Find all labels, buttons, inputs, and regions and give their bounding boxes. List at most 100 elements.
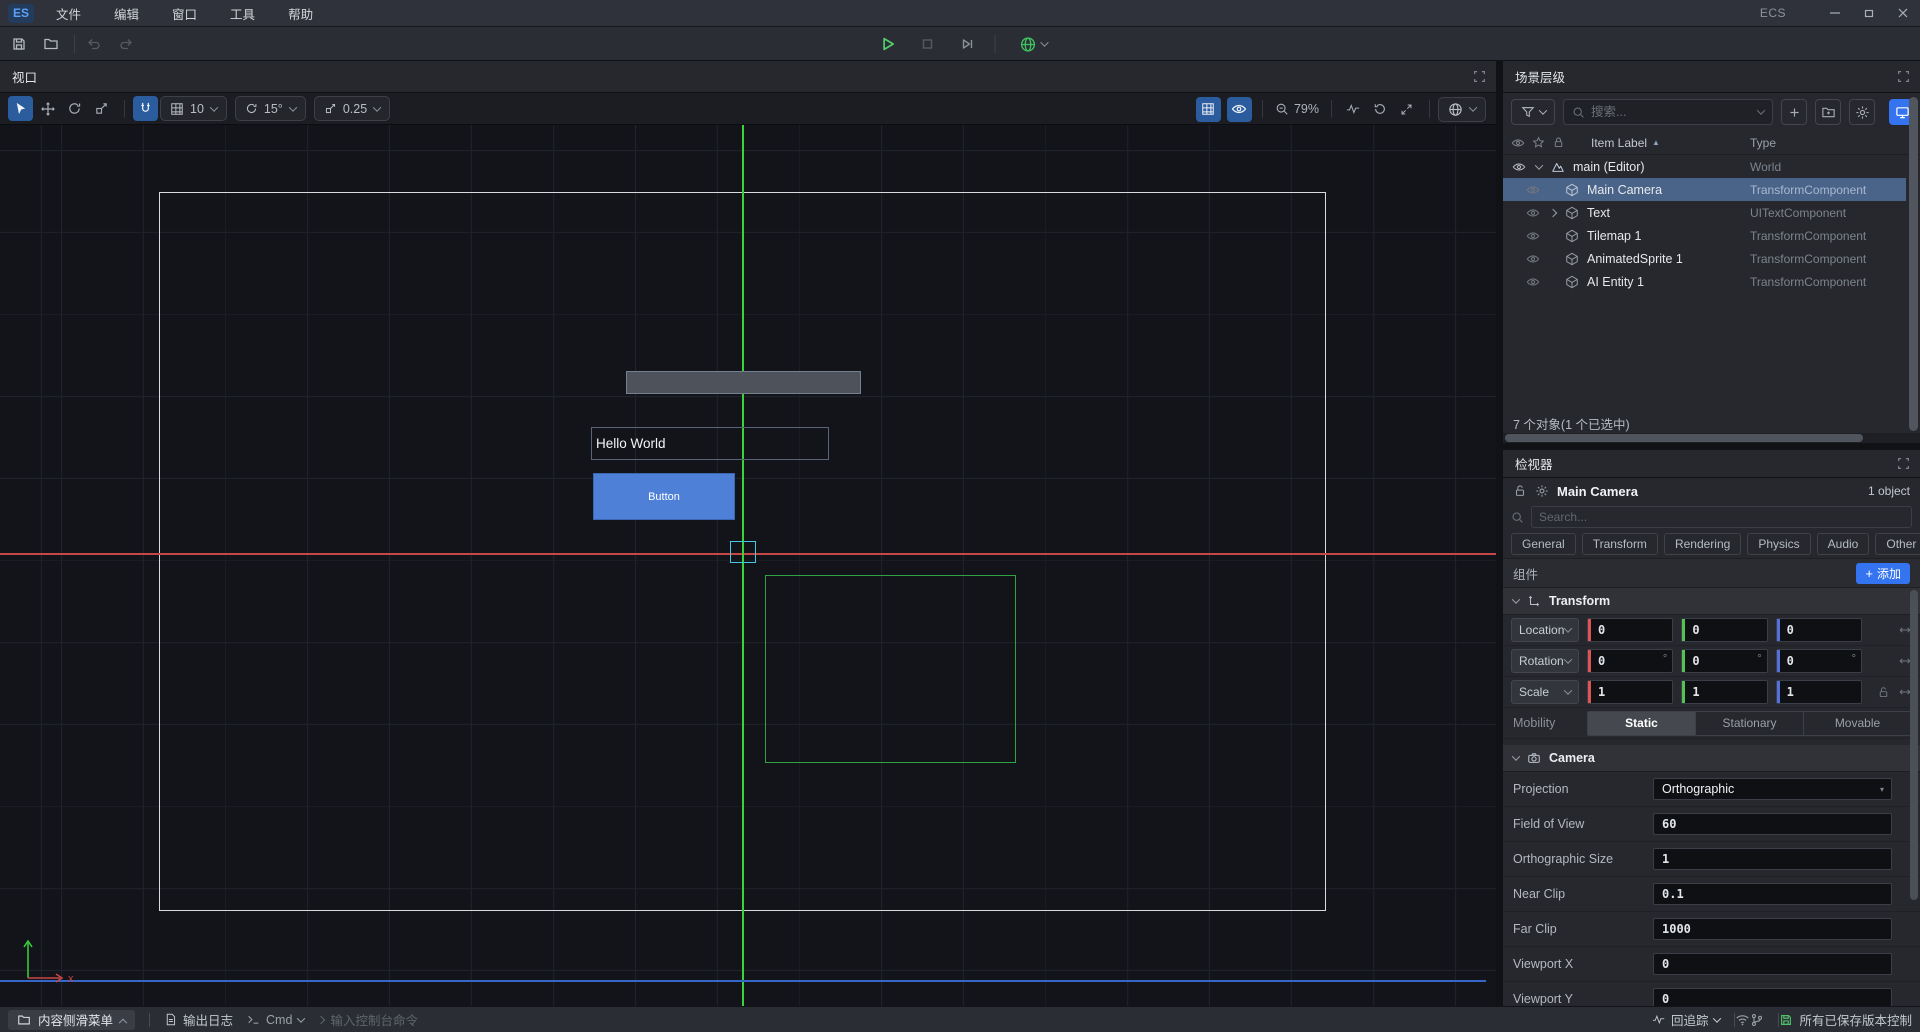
menu-edit[interactable]: 编辑 bbox=[103, 0, 150, 27]
gear-icon[interactable] bbox=[1535, 484, 1549, 498]
unlock-icon[interactable] bbox=[1513, 484, 1527, 498]
app-logo[interactable]: ES bbox=[8, 4, 34, 23]
camera-selection-gizmo[interactable] bbox=[730, 541, 756, 563]
visibility-eye-icon[interactable] bbox=[1525, 252, 1541, 266]
rotation-z-input[interactable] bbox=[1776, 649, 1862, 673]
viewport-x-input[interactable] bbox=[1653, 953, 1892, 975]
tab-general[interactable]: General bbox=[1511, 533, 1576, 555]
near-clip-input[interactable] bbox=[1653, 883, 1892, 905]
transform-section-header[interactable]: Transform bbox=[1503, 588, 1920, 615]
scale-z-input[interactable] bbox=[1776, 680, 1862, 704]
hierarchy-search-input[interactable] bbox=[1591, 105, 1752, 119]
field-of-view-input[interactable] bbox=[1653, 813, 1892, 835]
mobility-stationary[interactable]: Stationary bbox=[1696, 712, 1804, 735]
inspector-vertical-scrollbar[interactable] bbox=[1910, 590, 1918, 900]
trace-dropdown[interactable]: 回追踪 bbox=[1652, 1010, 1721, 1029]
undo-icon[interactable] bbox=[81, 31, 107, 57]
minimize-button[interactable] bbox=[1818, 0, 1852, 27]
network-wifi-icon[interactable] bbox=[1735, 1012, 1750, 1027]
scene-canvas[interactable]: Hello World Button x bbox=[0, 125, 1496, 1006]
zoom-level[interactable]: 79% bbox=[1271, 102, 1323, 116]
hierarchy-vertical-scrollbar[interactable] bbox=[1909, 97, 1918, 431]
select-tool-button[interactable] bbox=[8, 96, 33, 121]
content-drawer-button[interactable]: 内容侧滑菜单 bbox=[8, 1010, 135, 1030]
scale-tool-button[interactable] bbox=[89, 96, 114, 121]
console-input[interactable]: 输入控制台命令 bbox=[318, 1010, 418, 1029]
visibility-toggle-button[interactable] bbox=[1227, 97, 1252, 122]
visibility-eye-icon[interactable] bbox=[1525, 275, 1541, 289]
save-icon[interactable] bbox=[6, 31, 32, 57]
expand-panel-icon[interactable] bbox=[1473, 70, 1486, 83]
tree-row-ai-entity[interactable]: AI Entity 1 TransformComponent bbox=[1503, 270, 1906, 293]
close-button[interactable] bbox=[1886, 0, 1920, 27]
step-button[interactable] bbox=[955, 31, 981, 57]
viewport-world-dropdown[interactable] bbox=[1438, 97, 1486, 122]
all-saved-indicator[interactable]: 所有已保存 bbox=[1779, 1010, 1862, 1029]
filter-dropdown-button[interactable] bbox=[1511, 99, 1555, 125]
menu-tools[interactable]: 工具 bbox=[219, 0, 266, 27]
move-tool-button[interactable] bbox=[35, 96, 60, 121]
add-folder-button[interactable] bbox=[1815, 99, 1841, 125]
visibility-eye-icon[interactable] bbox=[1511, 160, 1527, 174]
mobility-movable[interactable]: Movable bbox=[1804, 712, 1911, 735]
open-folder-icon[interactable] bbox=[38, 31, 64, 57]
location-dropdown[interactable]: Location bbox=[1511, 618, 1579, 642]
fullscreen-button[interactable] bbox=[1394, 97, 1419, 122]
expand-panel-icon[interactable] bbox=[1897, 70, 1910, 83]
visibility-eye-icon[interactable] bbox=[1525, 183, 1541, 197]
projection-dropdown[interactable]: Orthographic ▾ bbox=[1653, 778, 1892, 800]
tree-row-animatedsprite[interactable]: AnimatedSprite 1 TransformComponent bbox=[1503, 247, 1906, 270]
maximize-button[interactable] bbox=[1852, 0, 1886, 27]
git-branch-icon[interactable] bbox=[1750, 1013, 1764, 1027]
version-control-button[interactable]: 版本控制 bbox=[1862, 1010, 1912, 1029]
orthographic-size-input[interactable] bbox=[1653, 848, 1892, 870]
location-x-input[interactable] bbox=[1587, 618, 1673, 642]
expand-panel-icon[interactable] bbox=[1897, 457, 1910, 470]
output-log-button[interactable]: 输出日志 bbox=[164, 1010, 233, 1029]
redo-icon[interactable] bbox=[113, 31, 139, 57]
scene-slider-object[interactable] bbox=[626, 371, 861, 394]
add-component-button[interactable]: + 添加 bbox=[1856, 563, 1910, 584]
tab-rendering[interactable]: Rendering bbox=[1664, 533, 1741, 555]
scene-button-object[interactable]: Button bbox=[593, 473, 735, 520]
visibility-eye-icon[interactable] bbox=[1525, 206, 1541, 220]
hierarchy-settings-button[interactable] bbox=[1849, 99, 1875, 125]
menu-window[interactable]: 窗口 bbox=[161, 0, 208, 27]
scale-x-input[interactable] bbox=[1587, 680, 1673, 704]
rotation-x-input[interactable] bbox=[1587, 649, 1673, 673]
tab-physics[interactable]: Physics bbox=[1747, 533, 1810, 555]
tab-transform[interactable]: Transform bbox=[1582, 533, 1658, 555]
visibility-eye-icon[interactable] bbox=[1525, 229, 1541, 243]
play-button[interactable] bbox=[875, 31, 901, 57]
menu-help[interactable]: 帮助 bbox=[277, 0, 324, 27]
inspector-search-input[interactable] bbox=[1539, 510, 1904, 524]
rotate-snap-dropdown[interactable]: 15° bbox=[235, 96, 306, 121]
stats-waveform-button[interactable] bbox=[1340, 97, 1365, 122]
mobility-static[interactable]: Static bbox=[1588, 712, 1696, 735]
hierarchy-horizontal-scrollbar[interactable] bbox=[1503, 433, 1920, 443]
rotation-y-input[interactable] bbox=[1681, 649, 1767, 673]
scale-dropdown[interactable]: Scale bbox=[1511, 680, 1579, 704]
location-z-input[interactable] bbox=[1776, 618, 1862, 642]
scale-y-input[interactable] bbox=[1681, 680, 1767, 704]
rotation-dropdown[interactable]: Rotation bbox=[1511, 649, 1579, 673]
menu-file[interactable]: 文件 bbox=[45, 0, 92, 27]
expand-chevron-icon[interactable] bbox=[1547, 210, 1559, 216]
rotate-tool-button[interactable] bbox=[62, 96, 87, 121]
tab-other[interactable]: Other bbox=[1875, 533, 1920, 555]
world-globe-button[interactable] bbox=[1016, 31, 1052, 57]
stop-button[interactable] bbox=[915, 31, 941, 57]
cmd-dropdown[interactable]: Cmd bbox=[247, 1013, 304, 1027]
tree-row-tilemap[interactable]: Tilemap 1 TransformComponent bbox=[1503, 224, 1906, 247]
far-clip-input[interactable] bbox=[1653, 918, 1892, 940]
scene-green-rect[interactable] bbox=[765, 575, 1016, 763]
reset-view-button[interactable] bbox=[1367, 97, 1392, 122]
add-entity-button[interactable] bbox=[1781, 99, 1807, 125]
camera-section-header[interactable]: Camera bbox=[1503, 745, 1920, 772]
tab-audio[interactable]: Audio bbox=[1817, 533, 1870, 555]
scene-text-object[interactable]: Hello World bbox=[591, 427, 829, 460]
unlock-icon[interactable] bbox=[1877, 685, 1890, 699]
grid-snap-dropdown[interactable]: 10 bbox=[160, 96, 227, 121]
scale-snap-dropdown[interactable]: 0.25 bbox=[314, 96, 390, 121]
tree-row-main-camera[interactable]: Main Camera TransformComponent bbox=[1503, 178, 1906, 201]
